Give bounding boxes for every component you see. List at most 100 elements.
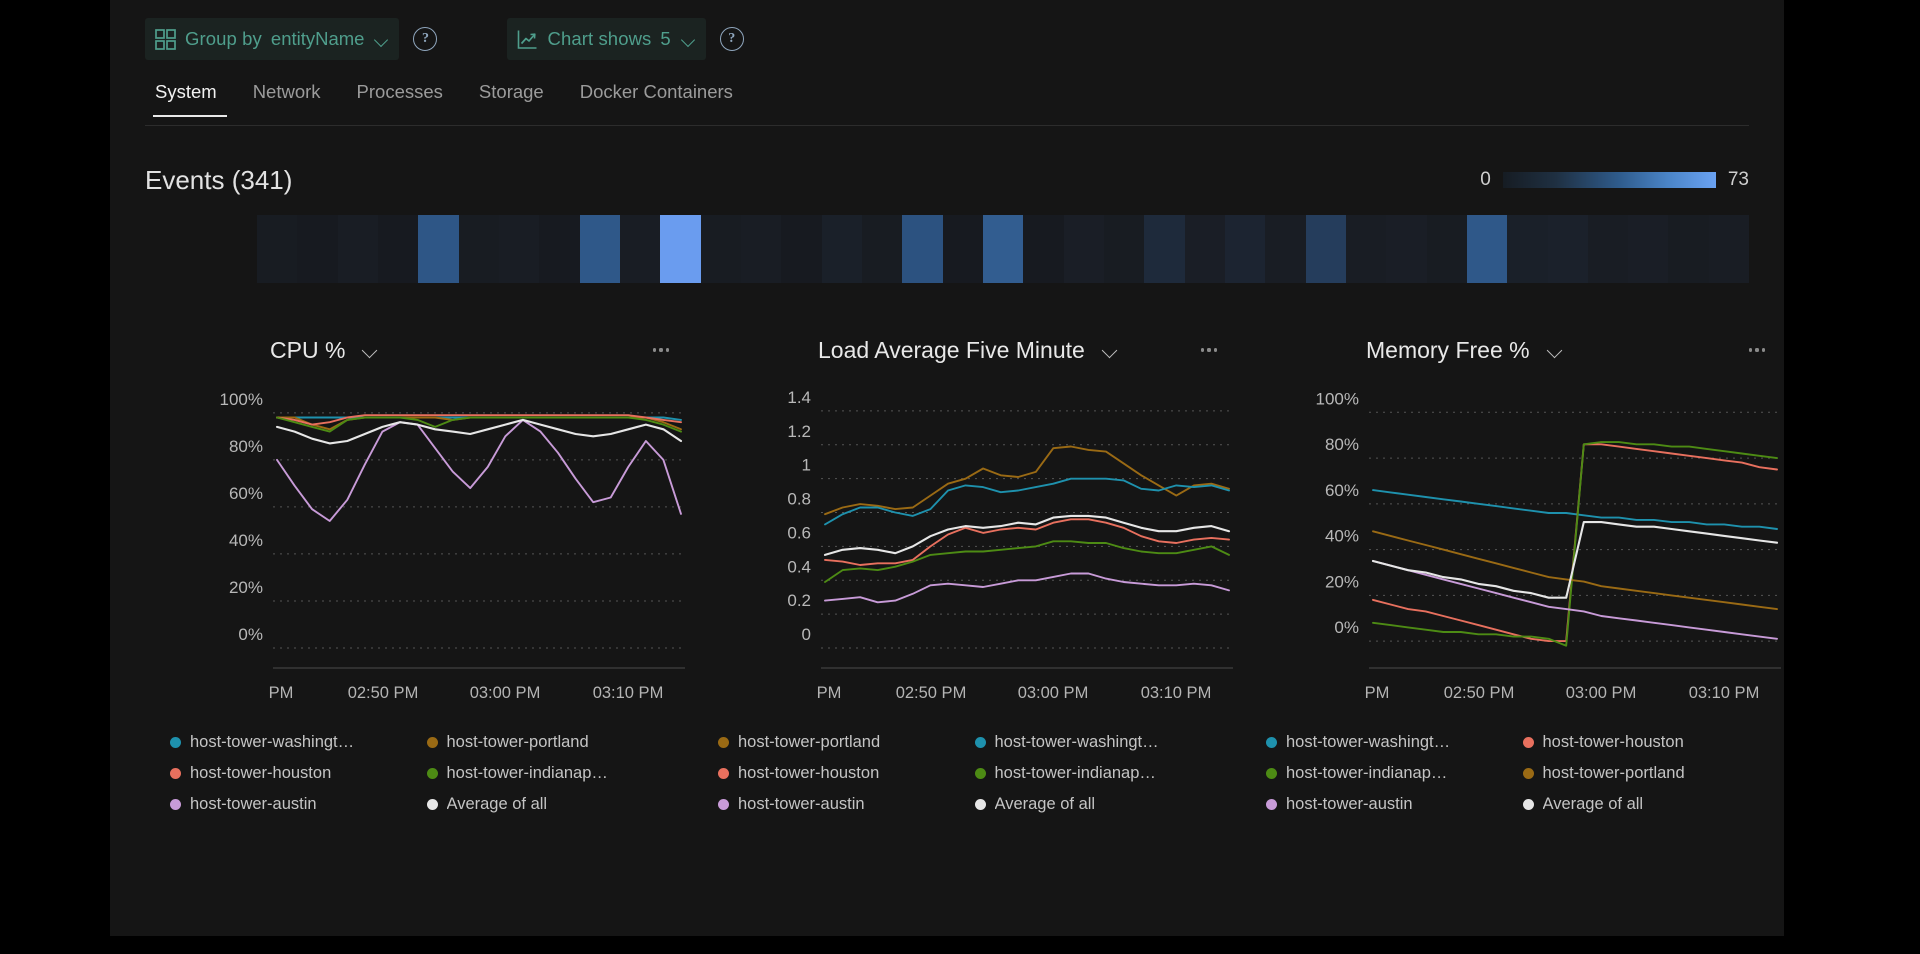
legend-item[interactable]: host-tower-portland bbox=[718, 730, 967, 754]
legend-item[interactable]: host-tower-houston bbox=[1523, 730, 1772, 754]
chart-more-options-icon[interactable] bbox=[1195, 338, 1223, 362]
chart-plot[interactable]: 0%20%40%60%80%100% bbox=[145, 382, 693, 682]
legend-item[interactable]: host-tower-portland bbox=[1523, 761, 1772, 785]
heatmap-cell[interactable] bbox=[257, 215, 297, 283]
heatmap-cell[interactable] bbox=[418, 215, 458, 283]
legend-label: host-tower-indianap… bbox=[1286, 764, 1447, 783]
chevron-down-icon[interactable] bbox=[1548, 345, 1564, 355]
heatmap-cell[interactable] bbox=[1427, 215, 1467, 283]
chart-card: Load Average Five Minute 00.20.40.60.811.… bbox=[693, 330, 1241, 816]
legend-label: host-tower-portland bbox=[738, 733, 880, 752]
charts-row: CPU %0%20%40%60%80%100%PM02:50 PM03:00 P… bbox=[145, 330, 1759, 816]
chevron-down-icon[interactable] bbox=[363, 345, 379, 355]
heatmap-cell[interactable] bbox=[378, 215, 418, 283]
group-by-control[interactable]: Group by entityName bbox=[145, 18, 399, 60]
legend-item[interactable]: host-tower-austin bbox=[170, 792, 419, 816]
legend-item[interactable]: host-tower-indianap… bbox=[975, 761, 1224, 785]
legend-item[interactable]: Average of all bbox=[1523, 792, 1772, 816]
heatmap-cell[interactable] bbox=[1709, 215, 1749, 283]
events-color-scale: 0 73 bbox=[1480, 169, 1749, 191]
legend-item[interactable]: host-tower-washingt… bbox=[975, 730, 1224, 754]
heatmap-cell[interactable] bbox=[1467, 215, 1507, 283]
chart-plot[interactable]: 0%20%40%60%80%100% bbox=[1241, 382, 1789, 682]
heatmap-cell[interactable] bbox=[1144, 215, 1184, 283]
heatmap-cell[interactable] bbox=[1507, 215, 1547, 283]
heatmap-cell[interactable] bbox=[701, 215, 741, 283]
chevron-down-icon[interactable] bbox=[1103, 345, 1119, 355]
chart-plot[interactable]: 00.20.40.60.811.21.4 bbox=[693, 382, 1241, 682]
chart-shows-label: Chart shows bbox=[547, 28, 651, 50]
heatmap-cell[interactable] bbox=[1668, 215, 1708, 283]
chart-shows-help-icon[interactable]: ? bbox=[720, 27, 744, 51]
chevron-down-icon[interactable] bbox=[682, 35, 696, 44]
chart-shows-value: 5 bbox=[660, 28, 670, 50]
heatmap-cell[interactable] bbox=[297, 215, 337, 283]
heatmap-cell[interactable] bbox=[1548, 215, 1588, 283]
legend-item[interactable]: host-tower-washingt… bbox=[170, 730, 419, 754]
heatmap-cell[interactable] bbox=[1386, 215, 1426, 283]
heatmap-cell[interactable] bbox=[499, 215, 539, 283]
heatmap-cell[interactable] bbox=[1104, 215, 1144, 283]
legend-item[interactable]: host-tower-austin bbox=[718, 792, 967, 816]
legend-item[interactable]: host-tower-indianap… bbox=[1266, 761, 1515, 785]
legend-item[interactable]: Average of all bbox=[427, 792, 676, 816]
heatmap-cell[interactable] bbox=[459, 215, 499, 283]
tab-network[interactable]: Network bbox=[235, 78, 339, 116]
heatmap-cell[interactable] bbox=[902, 215, 942, 283]
group-by-help-icon[interactable]: ? bbox=[413, 27, 437, 51]
series-line bbox=[825, 519, 1229, 565]
chart-legend: host-tower-washingt… host-tower-houston ho… bbox=[1266, 730, 1771, 816]
heatmap-cell[interactable] bbox=[822, 215, 862, 283]
chart-header: Load Average Five Minute bbox=[693, 330, 1241, 370]
heatmap-cell[interactable] bbox=[1628, 215, 1668, 283]
legend-color-dot bbox=[718, 737, 729, 748]
heatmap-cell[interactable] bbox=[943, 215, 983, 283]
heatmap-cell[interactable] bbox=[862, 215, 902, 283]
legend-label: Average of all bbox=[995, 795, 1096, 814]
scale-gradient-bar bbox=[1503, 172, 1716, 188]
legend-item[interactable]: host-tower-indianap… bbox=[427, 761, 676, 785]
legend-item[interactable]: host-tower-austin bbox=[1266, 792, 1515, 816]
heatmap-cell[interactable] bbox=[983, 215, 1023, 283]
tab-docker-containers[interactable]: Docker Containers bbox=[562, 78, 751, 116]
chevron-down-icon[interactable] bbox=[375, 35, 389, 44]
heatmap-cell[interactable] bbox=[539, 215, 579, 283]
x-axis-tick-label: 02:50 PM bbox=[348, 684, 419, 703]
legend-color-dot bbox=[170, 768, 181, 779]
heatmap-cell[interactable] bbox=[1064, 215, 1104, 283]
heatmap-cell[interactable] bbox=[1225, 215, 1265, 283]
events-heatmap[interactable] bbox=[257, 215, 1749, 283]
heatmap-cell[interactable] bbox=[660, 215, 700, 283]
tab-processes[interactable]: Processes bbox=[339, 78, 461, 116]
chart-shows-control[interactable]: Chart shows 5 bbox=[507, 18, 705, 60]
chart-more-options-icon[interactable] bbox=[1743, 338, 1771, 362]
chart-header: CPU % bbox=[145, 330, 693, 370]
tab-system[interactable]: System bbox=[145, 78, 235, 116]
heatmap-cell[interactable] bbox=[1588, 215, 1628, 283]
svg-text:0.2: 0.2 bbox=[787, 591, 811, 610]
legend-item[interactable]: host-tower-portland bbox=[427, 730, 676, 754]
heatmap-cell[interactable] bbox=[1265, 215, 1305, 283]
tab-storage[interactable]: Storage bbox=[461, 78, 562, 116]
grid-icon bbox=[155, 29, 176, 50]
dashboard-page: Group by entityName ? Chart shows 5 ? bbox=[0, 0, 1920, 954]
heatmap-cell[interactable] bbox=[338, 215, 378, 283]
legend-item[interactable]: host-tower-houston bbox=[170, 761, 419, 785]
legend-label: host-tower-indianap… bbox=[447, 764, 608, 783]
heatmap-cell[interactable] bbox=[1346, 215, 1386, 283]
legend-color-dot bbox=[1523, 768, 1534, 779]
legend-item[interactable]: host-tower-washingt… bbox=[1266, 730, 1515, 754]
heatmap-cell[interactable] bbox=[1306, 215, 1346, 283]
heatmap-cell[interactable] bbox=[580, 215, 620, 283]
chart-more-options-icon[interactable] bbox=[647, 338, 675, 362]
heatmap-cell[interactable] bbox=[620, 215, 660, 283]
heatmap-cell[interactable] bbox=[741, 215, 781, 283]
legend-color-dot bbox=[170, 737, 181, 748]
legend-item[interactable]: Average of all bbox=[975, 792, 1224, 816]
series-line bbox=[825, 516, 1229, 555]
events-header: Events (341) 0 73 bbox=[145, 160, 1749, 200]
legend-item[interactable]: host-tower-houston bbox=[718, 761, 967, 785]
heatmap-cell[interactable] bbox=[1023, 215, 1063, 283]
heatmap-cell[interactable] bbox=[781, 215, 821, 283]
heatmap-cell[interactable] bbox=[1185, 215, 1225, 283]
